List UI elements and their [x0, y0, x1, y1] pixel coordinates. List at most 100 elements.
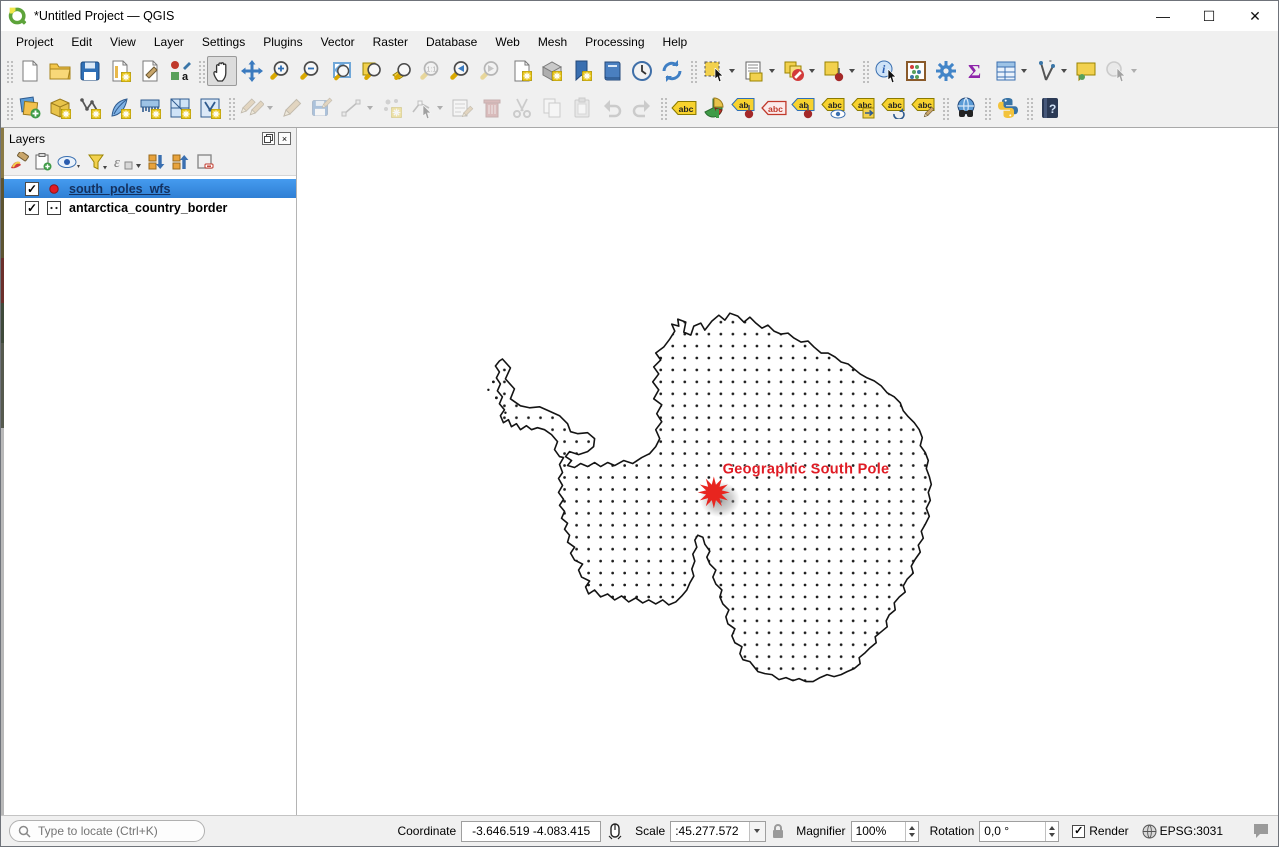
new-shapefile-layer-button[interactable]: [75, 93, 105, 123]
locator-bar[interactable]: [9, 820, 205, 842]
layer-checkbox[interactable]: ✓: [25, 201, 39, 215]
filter-by-expression-button[interactable]: ε: [113, 152, 143, 172]
pan-map-button[interactable]: [207, 56, 237, 86]
menu-database[interactable]: Database: [417, 33, 486, 51]
new-spatialite-layer-button[interactable]: [105, 93, 135, 123]
deselect-features-button[interactable]: [779, 56, 809, 86]
rotation-spin-buttons[interactable]: [1045, 822, 1058, 841]
layer-row-south-poles-wfs[interactable]: ✓ south_poles_wfs: [4, 179, 296, 198]
panel-close-button[interactable]: ×: [278, 132, 291, 145]
python-console-button[interactable]: [993, 93, 1023, 123]
coordinate-box[interactable]: [461, 821, 601, 842]
current-edits-dropdown[interactable]: [267, 106, 273, 110]
filter-legend-button[interactable]: [87, 152, 109, 172]
map-tips-button[interactable]: [1071, 56, 1101, 86]
zoom-to-layer-button[interactable]: [387, 56, 417, 86]
menu-web[interactable]: Web: [486, 33, 528, 51]
modify-attributes-button[interactable]: [447, 93, 477, 123]
pin-unpin-labels-button[interactable]: [789, 93, 819, 123]
panel-float-button[interactable]: [262, 132, 275, 145]
scale-input[interactable]: [671, 823, 749, 839]
render-checkbox[interactable]: ✓: [1072, 825, 1085, 838]
select-by-form-button[interactable]: [739, 56, 769, 86]
metasearch-button[interactable]: [951, 93, 981, 123]
move-label-button[interactable]: [849, 93, 879, 123]
scale-dropdown[interactable]: [749, 822, 765, 841]
select-by-form-dropdown[interactable]: [769, 69, 775, 73]
toolbar-grip[interactable]: [5, 96, 13, 120]
coordinate-input[interactable]: [462, 823, 600, 839]
cut-features-button[interactable]: [507, 93, 537, 123]
collapse-all-button[interactable]: [171, 152, 191, 172]
layer-labeling-options-button[interactable]: [669, 93, 699, 123]
zoom-next-button[interactable]: [477, 56, 507, 86]
new-project-button[interactable]: [15, 56, 45, 86]
measure-button[interactable]: °: [1031, 56, 1061, 86]
toolbar-grip[interactable]: [861, 59, 869, 83]
style-manager-button[interactable]: a: [165, 56, 195, 86]
current-edits-button[interactable]: [237, 93, 267, 123]
toolbar-grip[interactable]: [197, 59, 205, 83]
change-label-button[interactable]: [909, 93, 939, 123]
zoom-in-button[interactable]: [267, 56, 297, 86]
zoom-native-button[interactable]: 1:1: [417, 56, 447, 86]
menu-layer[interactable]: Layer: [145, 33, 193, 51]
help-button[interactable]: ?: [1035, 93, 1065, 123]
zoom-out-button[interactable]: [297, 56, 327, 86]
maximize-button[interactable]: ☐: [1186, 1, 1232, 31]
toggle-editing-button[interactable]: [277, 93, 307, 123]
attribute-table-dropdown[interactable]: [1021, 69, 1027, 73]
toolbar-grip[interactable]: [689, 59, 697, 83]
magnifier-input[interactable]: [852, 823, 905, 839]
toolbar-grip[interactable]: [659, 96, 667, 120]
menu-view[interactable]: View: [101, 33, 145, 51]
add-group-button[interactable]: [33, 152, 53, 172]
rotation-input[interactable]: [980, 823, 1045, 839]
toolbar-grip[interactable]: [227, 96, 235, 120]
show-unplaced-labels-button[interactable]: abc: [759, 93, 789, 123]
menu-plugins[interactable]: Plugins: [254, 33, 311, 51]
crs-status[interactable]: EPSG:3031: [1142, 824, 1223, 839]
new-3d-map-view-button[interactable]: [537, 56, 567, 86]
manage-map-themes-button[interactable]: [57, 152, 83, 172]
vertex-tool-button[interactable]: [407, 93, 437, 123]
new-virtual-layer-button[interactable]: [135, 93, 165, 123]
menu-processing[interactable]: Processing: [576, 33, 653, 51]
magnifier-spin-buttons[interactable]: [905, 822, 918, 841]
menu-settings[interactable]: Settings: [193, 33, 254, 51]
toolbar-grip[interactable]: [1025, 96, 1033, 120]
new-print-layout-button[interactable]: [105, 56, 135, 86]
show-layout-manager-button[interactable]: [135, 56, 165, 86]
magnifier-spinbox[interactable]: [851, 821, 919, 842]
messages-icon[interactable]: [1252, 823, 1270, 839]
rotate-label-button[interactable]: [879, 93, 909, 123]
refresh-button[interactable]: [657, 56, 687, 86]
select-features-button[interactable]: [699, 56, 729, 86]
zoom-full-button[interactable]: [327, 56, 357, 86]
paste-features-button[interactable]: [567, 93, 597, 123]
layer-checkbox[interactable]: ✓: [25, 182, 39, 196]
remove-layer-button[interactable]: [195, 152, 215, 172]
lock-scale-icon[interactable]: [771, 823, 785, 839]
scale-combo[interactable]: [670, 821, 766, 842]
new-map-view-button[interactable]: [507, 56, 537, 86]
redo-button[interactable]: [627, 93, 657, 123]
open-project-button[interactable]: [45, 56, 75, 86]
copy-features-button[interactable]: [537, 93, 567, 123]
save-layer-edits-button[interactable]: [307, 93, 337, 123]
zoom-to-selection-button[interactable]: [357, 56, 387, 86]
extents-mouse-icon[interactable]: [606, 822, 624, 840]
minimize-button[interactable]: —: [1140, 1, 1186, 31]
processing-toolbox-button[interactable]: [931, 56, 961, 86]
statistical-summary-button[interactable]: Σ: [961, 56, 991, 86]
menu-raster[interactable]: Raster: [364, 33, 417, 51]
toolbar-grip[interactable]: [941, 96, 949, 120]
new-spatial-bookmark-button[interactable]: [567, 56, 597, 86]
deselect-features-dropdown[interactable]: [809, 69, 815, 73]
select-by-value-dropdown[interactable]: [849, 69, 855, 73]
expand-all-button[interactable]: [147, 152, 167, 172]
open-field-calculator-button[interactable]: [901, 56, 931, 86]
undo-button[interactable]: [597, 93, 627, 123]
menu-mesh[interactable]: Mesh: [529, 33, 576, 51]
menu-edit[interactable]: Edit: [62, 33, 101, 51]
